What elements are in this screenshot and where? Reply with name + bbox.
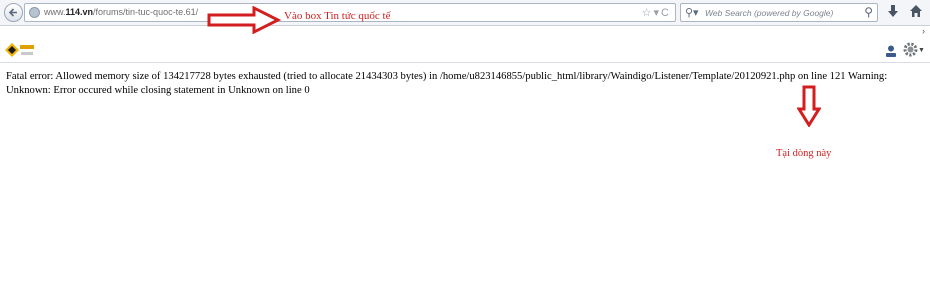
gear-dropdown-icon[interactable]: ▼ — [918, 47, 925, 54]
url-prefix: www. — [44, 7, 66, 17]
site-logo[interactable] — [4, 42, 38, 58]
error-message: Fatal error: Allowed memory size of 1342… — [6, 71, 888, 96]
back-button[interactable] — [4, 3, 23, 22]
browser-toolbar: www.114.vn/forums/tin-tuc-quoc-te.61/ ☆▾… — [0, 0, 930, 26]
url-text[interactable]: www.114.vn/forums/tin-tuc-quoc-te.61/ — [44, 7, 198, 17]
search-icon[interactable]: ⚲ — [864, 5, 873, 19]
back-icon — [8, 8, 17, 17]
url-domain: 114.vn — [65, 7, 94, 17]
dropdown-arrow-icon[interactable]: ▾ — [654, 7, 662, 19]
star-icon[interactable]: ☆ — [642, 7, 654, 19]
reload-icon[interactable]: C — [661, 7, 671, 19]
search-bar[interactable]: ⚲▾ Web Search (powered by Google) ⚲ — [680, 3, 878, 22]
url-path: /forums/tin-tuc-quoc-te.61/ — [93, 7, 199, 17]
user-icon[interactable] — [884, 44, 898, 58]
annotation-arrow-right-icon — [207, 6, 281, 34]
annotation-arrow-down-icon — [797, 85, 821, 127]
search-placeholder: Web Search (powered by Google) — [705, 8, 834, 18]
toolbar-overflow-icon[interactable]: › — [922, 26, 925, 36]
search-engine-icon[interactable]: ⚲▾ — [685, 6, 699, 19]
download-icon[interactable] — [887, 5, 899, 19]
home-icon[interactable] — [909, 4, 923, 18]
annotation-label-top: Vào box Tin tức quốc tế — [284, 10, 391, 22]
gear-icon[interactable] — [903, 42, 918, 57]
site-header: ▼ — [0, 39, 930, 63]
globe-icon — [29, 7, 40, 18]
annotation-label-bottom: Tại dòng này — [776, 148, 832, 159]
url-bar-icons[interactable]: ☆▾C — [642, 6, 671, 19]
